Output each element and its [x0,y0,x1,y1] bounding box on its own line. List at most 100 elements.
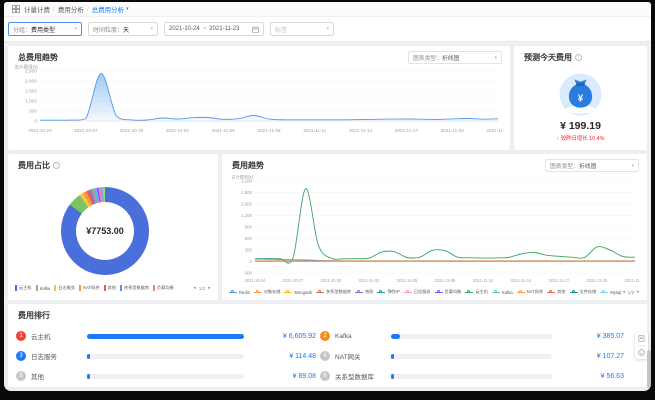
legend-item-云主机[interactable]: 云主机 [15,285,32,291]
legend-swatch [153,285,155,291]
legend-item-快照[interactable]: 快照 [355,289,373,295]
legend-line-marker [284,292,292,293]
svg-text:2021-11-11: 2021-11-11 [473,278,494,283]
svg-text:0: 0 [250,259,253,264]
chevron-down-icon: ▾ [147,26,153,32]
svg-text:1,000: 1,000 [25,99,37,105]
survey-icon[interactable] [637,334,646,343]
forecast-delta: ↑ 较昨日增长 10.4% [514,134,647,142]
chart-type-select[interactable]: 图表类型： 折线图 ▾ [545,159,639,172]
legend-line-marker [465,292,473,293]
total-cost-trend-chart[interactable]: 05001,0001,5002,0002,500总计费用(¥)2021-10-2… [14,62,504,146]
svg-text:2021-11-23: 2021-11-23 [625,278,641,283]
breadcrumb-item-cost-analysis[interactable]: 费用分析 [58,4,84,14]
breadcrumb-item-total-cost-analysis[interactable]: 总费用分析 [92,4,125,14]
legend-line-marker [316,292,324,293]
legend-line-marker [404,292,412,293]
legend-item-日志服务[interactable]: 日志服务 [404,289,431,295]
svg-text:2021-10-24: 2021-10-24 [245,278,267,283]
forecast-amount: ¥ 199.19 [514,120,647,132]
card-title-proportion: 费用占比 i [18,160,60,171]
next-page-icon[interactable]: ▸ [208,285,210,291]
date-range-picker[interactable]: 2021-10-24 ~ 2021-11-23 [164,22,264,36]
rank-bar [391,334,552,339]
legend-swatch [36,285,38,291]
svg-text:500: 500 [29,109,37,115]
rank-bar-fill [87,354,90,359]
svg-text:2021-11-05: 2021-11-05 [212,128,236,133]
info-icon[interactable]: i [575,54,582,61]
filter-bar: 分组： 费用类型 ▾ 时间粒度： 天 ▾ 2021-10-24 ~ 2021-1… [4,17,651,42]
group-by-label: 分组： [13,25,31,34]
ranking-item-云主机: 1云主机¥ 6,605.92 [16,326,316,346]
ranking-item-NAT网关: 4NAT网关¥ 107.27 [320,346,624,366]
svg-text:2021-10-30: 2021-10-30 [120,128,144,133]
legend-item-Kafka[interactable]: Kafka [492,290,513,295]
ranking-item-日志服务: 3日志服务¥ 114.48 [16,346,316,366]
legend-item-关系型数据库[interactable]: 关系型数据库 [120,285,149,291]
legend-item-Mongodb[interactable]: Mongodb [284,290,311,295]
tag-filter-select[interactable]: 标签 ▾ [270,22,334,36]
divider [637,345,646,346]
legend-swatch [54,285,56,291]
svg-text:2021-11-23: 2021-11-23 [486,128,504,133]
prev-page-icon[interactable]: ◂ [193,285,195,291]
rank-value: ¥ 385.07 [562,333,624,340]
rank-bar [391,354,552,359]
legend-item-对象存储[interactable]: 对象存储 [254,289,281,295]
card-title-forecast: 预测今天费用 i [524,52,582,63]
rank-bar [87,334,244,339]
legend-item-NAT网关[interactable]: NAT网关 [517,289,543,295]
ranking-item-Kafka: 2Kafka¥ 385.07 [320,326,624,346]
rank-bar [87,354,244,359]
svg-text:900: 900 [245,225,253,230]
ranking-item-关系型数据库: 6关系型数据库¥ 56.63 [320,366,624,386]
console-menu-icon[interactable] [12,5,20,13]
next-page-icon[interactable]: ▸ [637,289,639,295]
money-bag-icon: ¥ [558,72,603,117]
page-indicator: 1/2 [199,286,205,291]
cost-trend-chart[interactable]: -30003006009001,2001,5001,8002,100总计费用(¥… [228,174,641,284]
rank-value: ¥ 56.63 [562,373,624,380]
trend-legend: Redis 对象存储Mongodb 关系型数据库快照弹性IP 日志服务负载均衡云主机 K… [229,286,641,298]
legend-line-marker [355,292,363,293]
ranking-column-right: 2Kafka¥ 385.074NAT网关¥ 107.276关系型数据库¥ 56.… [320,326,624,386]
granularity-select[interactable]: 时间粒度： 天 ▾ [88,22,158,36]
info-icon[interactable]: i [53,162,60,169]
support-icon[interactable] [637,348,646,357]
legend-item-NAT网关[interactable]: NAT网关 [79,285,99,291]
calendar-icon [252,26,259,33]
ranking-column-left: 1云主机¥ 6,605.923日志服务¥ 114.485其他¥ 89.08 [16,326,316,386]
cost-proportion-donut-chart[interactable]: ¥7753.00 [61,187,149,275]
breadcrumb: 计量计费 / 费用分析 / 总费用分析 ▾ [4,2,651,17]
chevron-down-icon[interactable]: ▾ [126,6,129,12]
legend-item-关系型数据库[interactable]: 关系型数据库 [316,289,351,295]
legend-item-其他[interactable]: 其他 [104,285,116,291]
legend-item-Redis[interactable]: Redis [229,290,250,295]
svg-text:2021-10-27: 2021-10-27 [283,278,305,283]
legend-item-负载均衡[interactable]: 负载均衡 [435,289,462,295]
legend-item-其他[interactable]: 其他 [547,289,565,295]
legend-item-云主机[interactable]: 云主机 [465,289,488,295]
breadcrumb-item-billing[interactable]: 计量计费 [24,4,50,14]
card-title-trend: 费用趋势 [232,160,264,171]
rank-badge: 4 [320,351,330,361]
svg-text:2021-11-08: 2021-11-08 [435,278,456,283]
money-bag-illustration: ¥ [558,72,603,117]
legend-item-负载均衡[interactable]: 负载均衡 [153,285,174,291]
rank-bar-fill [87,374,90,379]
legend-item-Kafka[interactable]: Kafka [36,285,51,291]
total-cost-trend-card: 总费用趋势 图表类型： 折线图 ▾ 05001,0001,5002,0002,5… [8,46,510,150]
legend-item-日志服务[interactable]: 日志服务 [54,285,75,291]
legend-item-Mysql[interactable]: Mysql [600,290,621,295]
legend-item-文件存储[interactable]: 文件存储 [570,289,597,295]
group-by-select[interactable]: 分组： 费用类型 ▾ [8,22,82,36]
prev-page-icon[interactable]: ◂ [622,289,624,295]
legend-item-弹性IP[interactable]: 弹性IP [377,289,399,295]
svg-text:-300: -300 [243,271,252,276]
rank-bar [391,374,552,379]
cost-analysis-page: 计量计费 / 费用分析 / 总费用分析 ▾ 分组： 费用类型 ▾ 时间粒度： 天… [4,2,651,391]
svg-text:总计费用(¥): 总计费用(¥) [232,174,254,180]
rank-bar [87,374,244,379]
scrollbar-thumb[interactable] [647,350,651,388]
